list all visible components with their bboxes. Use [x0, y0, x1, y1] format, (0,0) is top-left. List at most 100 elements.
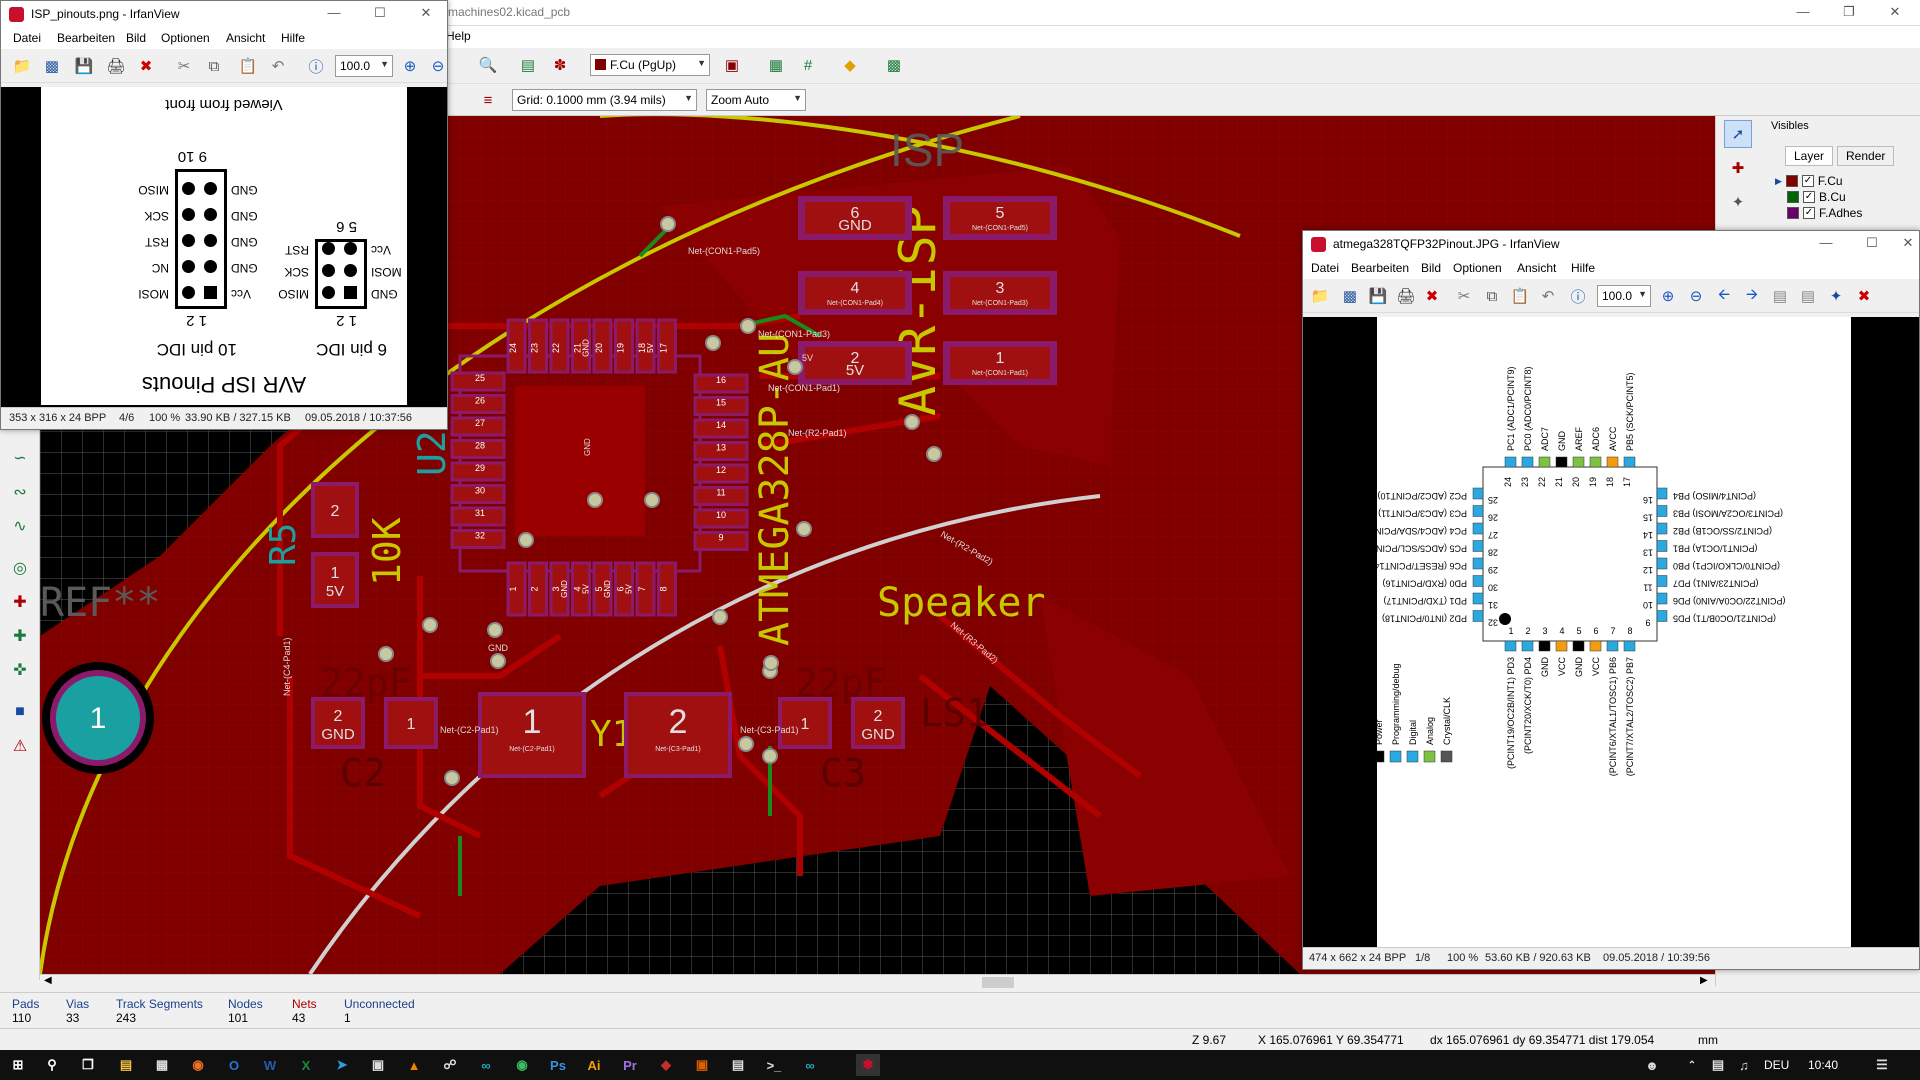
local-ratsnest-icon[interactable]: ✦	[1724, 188, 1752, 216]
highlight-net-icon[interactable]: ✚	[1724, 154, 1752, 182]
route-icon[interactable]: ◆	[836, 51, 864, 79]
isp-pad-net[interactable]: Net-(CON1-Pad4)	[827, 300, 883, 307]
people-icon[interactable]: ☻	[1640, 1054, 1664, 1076]
pad-number[interactable]: 2	[874, 708, 883, 725]
undo-icon[interactable]: ↶	[1535, 283, 1561, 309]
app-red-icon[interactable]: ◆	[654, 1054, 678, 1076]
ic-pad-number[interactable]: 13	[716, 443, 726, 453]
ic-pad-net[interactable]: 5V	[646, 342, 655, 352]
ic-pad-number[interactable]: 19	[616, 343, 626, 353]
menu-help[interactable]: Help	[446, 29, 471, 43]
ic-pad-number[interactable]: 2	[530, 586, 540, 591]
close-button[interactable]: ✕	[1872, 0, 1918, 26]
undo-icon[interactable]: ↶	[265, 53, 291, 79]
photoshop-icon[interactable]: Ps	[546, 1054, 570, 1076]
layer-color-swatch[interactable]	[1785, 175, 1798, 187]
menu-bearbeiten[interactable]: Bearbeiten	[57, 31, 115, 45]
menu-hilfe[interactable]: Hilfe	[1571, 261, 1595, 275]
menu-optionen[interactable]: Optionen	[161, 31, 210, 45]
ic-pad-number[interactable]: 31	[475, 508, 485, 518]
save-icon[interactable]: 💾	[71, 53, 97, 79]
notifications-icon[interactable]: ☰	[1870, 1054, 1894, 1076]
ic-pad-number[interactable]: 24	[508, 343, 518, 353]
ratsnest-icon[interactable]: ✚	[6, 588, 34, 616]
close-button[interactable]: ✕	[403, 1, 449, 27]
pad-number[interactable]: 2	[331, 503, 340, 520]
slideshow-icon[interactable]: ▩	[1337, 283, 1363, 309]
notepad-icon[interactable]: ▦	[150, 1054, 174, 1076]
ic-pad-number[interactable]: 26	[475, 396, 485, 406]
menu-hilfe[interactable]: Hilfe	[281, 31, 305, 45]
print-icon[interactable]: 🖨	[1393, 283, 1419, 309]
local-ratsnest-icon[interactable]: ✚	[6, 622, 34, 650]
zoom-out-icon[interactable]: ⊖	[1683, 283, 1709, 309]
excel-icon[interactable]: X	[294, 1054, 318, 1076]
layer-visible-checkbox[interactable]: ✓	[1803, 191, 1815, 203]
paste-icon[interactable]: 📋	[1507, 283, 1533, 309]
ic-pad-number[interactable]: 12	[716, 465, 726, 475]
copy-icon[interactable]: ⧉	[1479, 283, 1505, 309]
task-view-icon[interactable]: ❐	[76, 1054, 100, 1076]
isp-pad-number[interactable]: 1	[996, 350, 1005, 367]
language-indicator[interactable]: DEU	[1764, 1058, 1789, 1072]
menu-ansicht[interactable]: Ansicht	[226, 31, 265, 45]
vlc-icon[interactable]: ▲	[402, 1054, 426, 1076]
ic-pad-number[interactable]: 10	[716, 510, 726, 520]
netlist-icon[interactable]: ▤	[514, 51, 542, 79]
zoom-out-icon[interactable]: ⊖	[425, 53, 451, 79]
settings-icon[interactable]: ✦	[1823, 283, 1849, 309]
isp-pad-net[interactable]: 5V	[846, 362, 864, 379]
restore-button[interactable]: ❐	[1826, 0, 1872, 26]
pad-net[interactable]: GND	[861, 726, 895, 743]
delete-icon[interactable]: ✖	[1419, 283, 1445, 309]
module-ratsnest-icon[interactable]: ✜	[6, 656, 34, 684]
layer-pair-icon[interactable]: ▣	[718, 51, 746, 79]
menu-bild[interactable]: Bild	[126, 31, 146, 45]
isp-pad-net[interactable]: Net-(CON1-Pad3)	[972, 300, 1028, 307]
file-explorer-icon[interactable]: ▤	[114, 1054, 138, 1076]
layer-color-swatch[interactable]	[1787, 207, 1799, 219]
isp-pad-net[interactable]: GND	[838, 217, 872, 234]
ic-pad-net[interactable]: GND	[603, 580, 612, 598]
scroll-right-icon[interactable]: ▶	[1700, 975, 1708, 986]
grid-icon[interactable]: #	[794, 51, 822, 79]
track-45-icon[interactable]: ∽	[6, 444, 34, 472]
ic-pad-number[interactable]: 20	[594, 343, 604, 353]
isp-pad-number[interactable]: 3	[996, 280, 1005, 297]
arduino-icon[interactable]: ∞	[474, 1054, 498, 1076]
delete-icon[interactable]: ✖	[133, 53, 159, 79]
layer-select[interactable]: F.Cu (PgUp) ▼	[590, 54, 710, 76]
maximize-button[interactable]: ☐	[1849, 231, 1895, 257]
close-button[interactable]: ✕	[1895, 231, 1920, 257]
open-folder-icon[interactable]: 📁	[1307, 283, 1333, 309]
ic-pad-number[interactable]: 16	[716, 375, 726, 385]
layer-row-fadhes[interactable]: ✓ F.Adhes	[1787, 206, 1862, 220]
ic-pad-number[interactable]: 11	[716, 488, 725, 498]
layer-visible-checkbox[interactable]: ✓	[1801, 175, 1814, 187]
cut-icon[interactable]: ✂	[1451, 283, 1477, 309]
ic-pad-number[interactable]: 29	[475, 463, 485, 473]
last-page-icon[interactable]: ▤	[1795, 283, 1821, 309]
show-tracks-icon[interactable]: ∿	[6, 512, 34, 540]
minimize-button[interactable]: —	[1803, 231, 1849, 257]
isp-pad-number[interactable]: 4	[851, 280, 860, 297]
info-icon[interactable]: ⓘ	[303, 53, 329, 79]
maximize-button[interactable]: ☐	[357, 1, 403, 27]
app-orange-icon[interactable]: ▣	[690, 1054, 714, 1076]
ic-pad-number[interactable]: 30	[475, 486, 485, 496]
pad-number[interactable]: 2	[334, 708, 343, 725]
pad-number[interactable]: 1	[523, 703, 542, 741]
ic-pad-number[interactable]: 28	[475, 441, 485, 451]
track-90-icon[interactable]: ∾	[6, 478, 34, 506]
tab-layer[interactable]: Layer	[1785, 146, 1834, 166]
isp-pad-number[interactable]: 5	[996, 205, 1005, 222]
ic-pad-number[interactable]: 22	[551, 343, 561, 353]
select-cursor-icon[interactable]: ➚	[1724, 120, 1752, 148]
exit-icon[interactable]: ✖	[1851, 283, 1877, 309]
previous-icon[interactable]: 🡨	[1711, 283, 1737, 309]
ic-pad-number[interactable]: 27	[475, 418, 485, 428]
illustrator-icon[interactable]: Ai	[582, 1054, 606, 1076]
pad-net[interactable]: Net-(C2-Pad1)	[509, 746, 555, 753]
layer-row-bcu[interactable]: ✓ B.Cu	[1787, 190, 1846, 204]
paste-icon[interactable]: 📋	[235, 53, 261, 79]
